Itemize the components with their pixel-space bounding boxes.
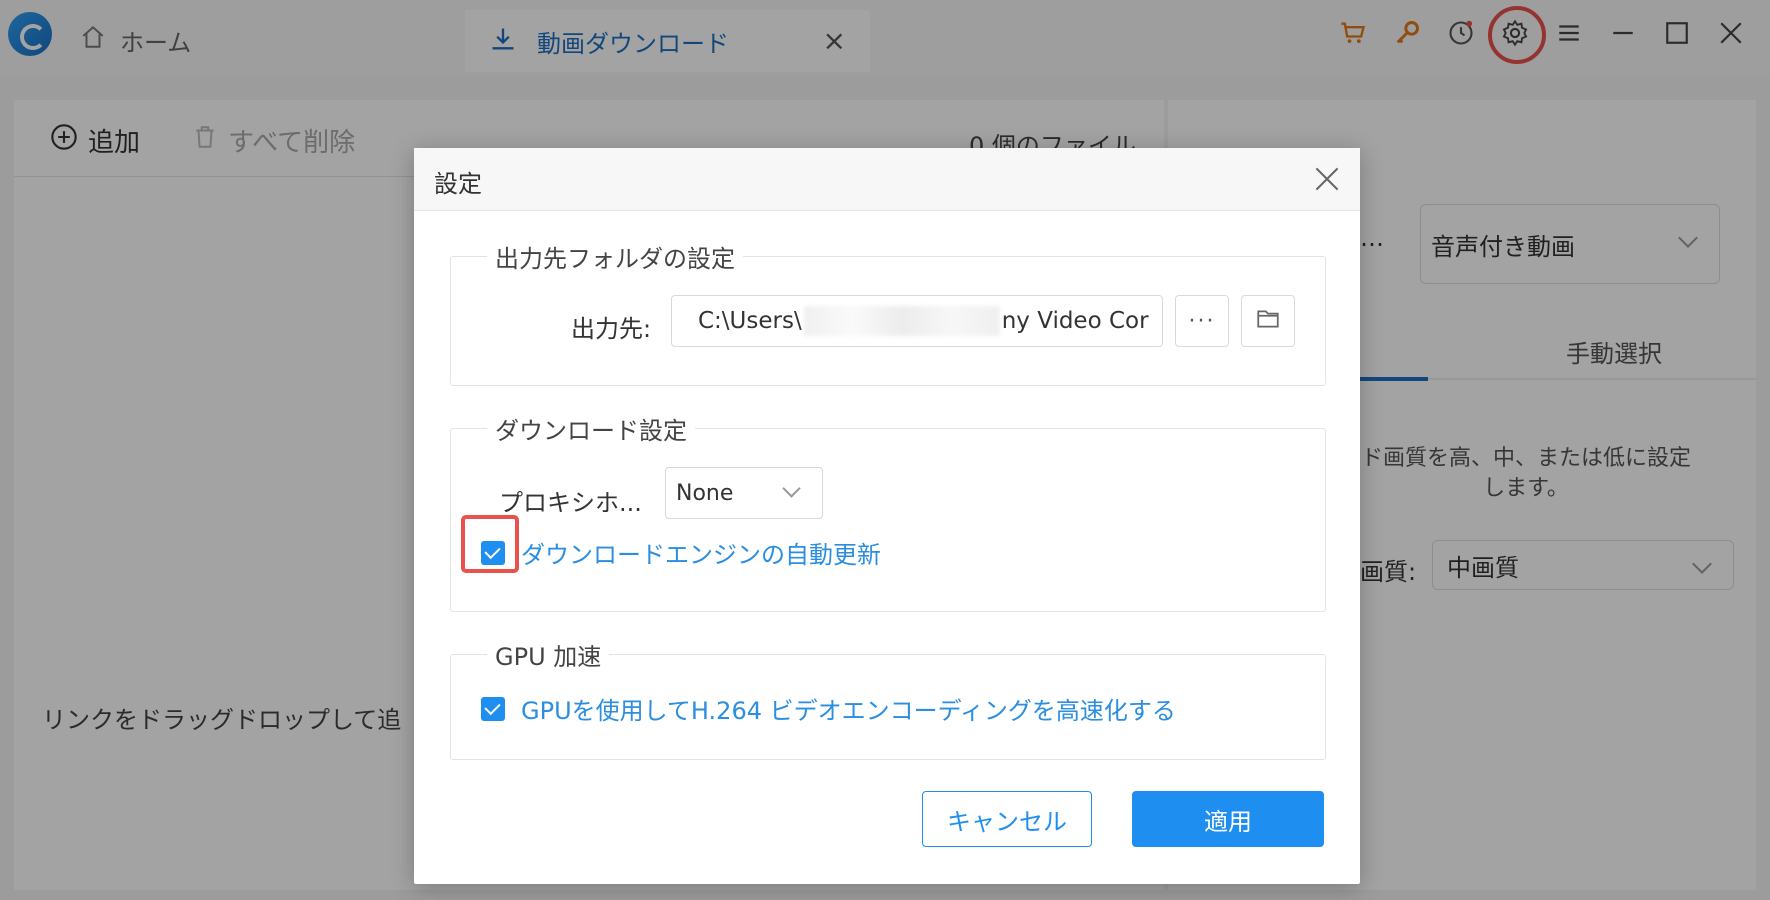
auto-update-checkbox-wrap xyxy=(461,514,519,573)
gpu-label[interactable]: GPUを使用してH.264 ビデオエンコーディングを高速化する xyxy=(521,691,1176,726)
auto-update-row[interactable]: ダウンロードエンジンの自動更新 xyxy=(461,514,881,573)
output-folder-group-title: 出力先フォルダの設定 xyxy=(487,239,743,274)
folder-icon xyxy=(1255,306,1281,336)
dialog-title: 設定 xyxy=(434,170,482,198)
dialog-close-icon[interactable] xyxy=(1312,164,1342,194)
browse-more-button[interactable]: ··· xyxy=(1175,295,1229,347)
auto-update-label[interactable]: ダウンロードエンジンの自動更新 xyxy=(521,535,881,570)
chevron-down-icon xyxy=(782,479,801,498)
output-folder-group: 出力先フォルダの設定 出力先: C:\Users\ ny Video Cor ·… xyxy=(450,239,1326,386)
apply-button[interactable]: 適用 xyxy=(1132,791,1324,847)
proxy-label: プロキシホ... xyxy=(499,489,642,517)
output-path-start: C:\Users\ xyxy=(698,308,802,334)
dialog-header: 設定 xyxy=(414,148,1360,211)
output-path-field[interactable]: C:\Users\ ny Video Cor xyxy=(671,295,1163,347)
gpu-checkbox[interactable] xyxy=(481,696,505,721)
gpu-group: GPU 加速 GPUを使用してH.264 ビデオエンコーディングを高速化する xyxy=(450,637,1326,760)
cancel-button[interactable]: キャンセル xyxy=(922,791,1092,847)
settings-dialog: 設定 出力先フォルダの設定 出力先: C:\Users\ ny Video Co… xyxy=(414,148,1360,884)
download-settings-group-title: ダウンロード設定 xyxy=(487,411,695,446)
output-path-end: ny Video Cor xyxy=(1001,308,1149,334)
auto-update-checkbox[interactable] xyxy=(481,540,505,565)
proxy-select-value: None xyxy=(676,480,734,506)
gpu-group-title: GPU 加速 xyxy=(487,637,610,672)
download-settings-group: ダウンロード設定 プロキシホ... None ダウンロードエンジンの自動更新 xyxy=(450,411,1326,612)
output-label: 出力先: xyxy=(571,315,652,343)
open-folder-button[interactable] xyxy=(1241,295,1295,347)
gpu-row[interactable]: GPUを使用してH.264 ビデオエンコーディングを高速化する xyxy=(481,691,1176,726)
proxy-select[interactable]: None xyxy=(665,467,823,519)
more-dots-icon: ··· xyxy=(1188,308,1216,334)
redacted-blur xyxy=(803,306,1000,336)
